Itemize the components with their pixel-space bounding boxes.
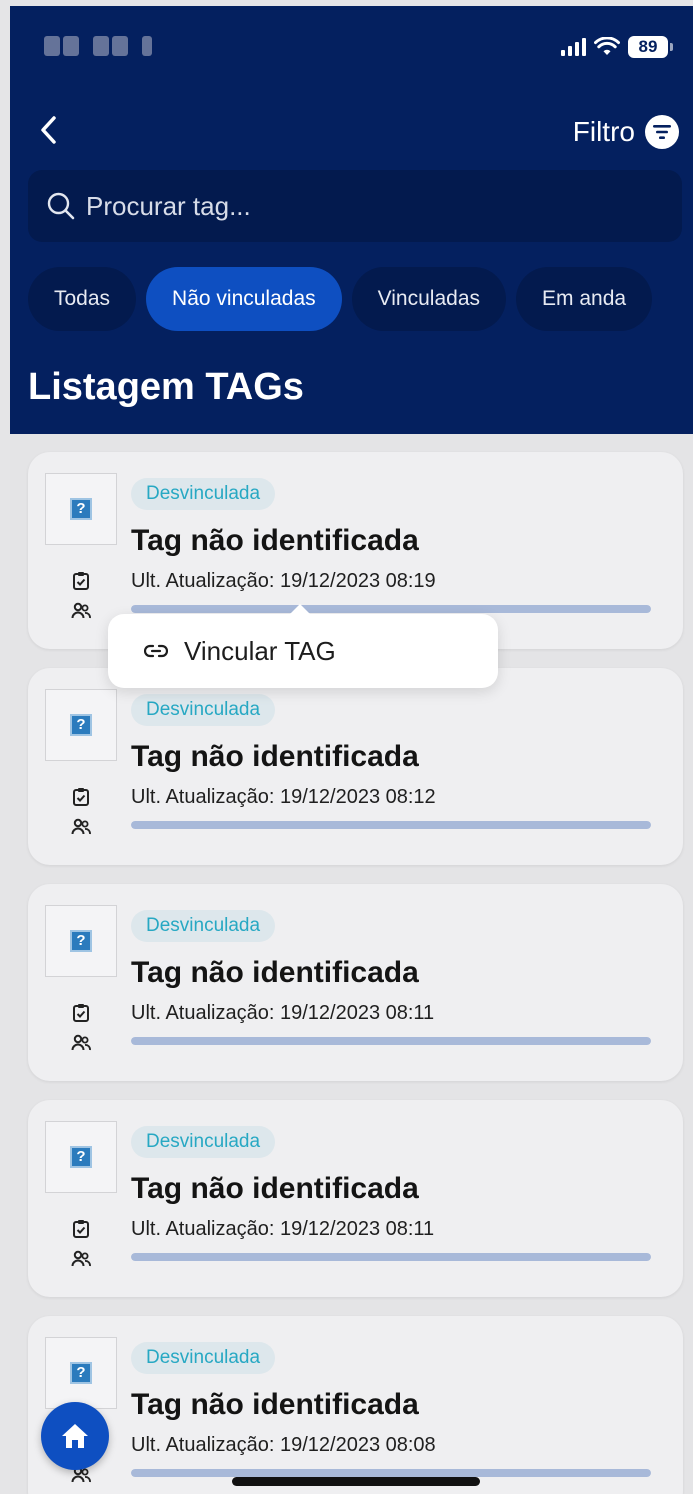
tag-title: Tag não identificada — [131, 524, 419, 557]
search-box[interactable] — [28, 170, 682, 242]
status-bar: 89 — [10, 6, 693, 86]
tag-thumbnail: ? — [45, 905, 117, 977]
popover-arrow — [288, 604, 312, 616]
progress-bar — [131, 1253, 651, 1261]
link-tag-label: Vincular TAG — [184, 635, 336, 666]
tag-thumbnail: ? — [45, 689, 117, 761]
tag-title: Tag não identificada — [131, 956, 419, 989]
question-icon: ? — [70, 930, 92, 952]
header: 89 Filtro Procurar tag... Todas Não vinc… — [10, 6, 693, 434]
search-input[interactable] — [86, 190, 646, 222]
status-badge: Desvinculada — [131, 1342, 276, 1374]
home-icon — [62, 1424, 88, 1448]
tag-card[interactable]: ? Desvinculada Tag não identificada Ult.… — [28, 884, 683, 1081]
tag-thumbnail: ? — [45, 1121, 117, 1193]
search-icon — [47, 192, 75, 220]
tab-todas[interactable]: Todas — [28, 267, 137, 331]
users-icon — [71, 1034, 91, 1051]
filter-button[interactable]: Filtro — [573, 110, 679, 154]
battery-indicator: 89 — [628, 36, 668, 58]
users-icon — [71, 1250, 91, 1267]
last-update: Ult. Atualização: 19/12/2023 08:11 — [131, 1002, 435, 1024]
back-button[interactable] — [34, 110, 74, 150]
battery-tip — [670, 43, 673, 51]
home-indicator — [232, 1477, 480, 1486]
status-indicators: 89 — [561, 34, 673, 60]
status-time-blurred — [44, 34, 154, 58]
question-icon: ? — [70, 1362, 92, 1384]
status-badge: Desvinculada — [131, 910, 276, 942]
tag-title: Tag não identificada — [131, 1172, 419, 1205]
last-update: Ult. Atualização: 19/12/2023 08:12 — [131, 786, 436, 808]
home-button[interactable] — [41, 1402, 109, 1470]
status-badge: Desvinculada — [131, 694, 276, 726]
clipboard-check-icon — [73, 1220, 89, 1238]
clipboard-check-icon — [73, 1004, 89, 1022]
tab-nao-vinculadas[interactable]: Não vinculadas — [146, 267, 342, 331]
users-icon — [71, 602, 91, 619]
status-badge: Desvinculada — [131, 1126, 276, 1158]
tag-card[interactable]: ? Desvinculada Tag não identificada Ult.… — [28, 1100, 683, 1297]
clipboard-check-icon — [73, 788, 89, 806]
signal-icon — [561, 38, 586, 56]
page-title: Listagem TAGs — [28, 366, 304, 408]
app-screen: 89 Filtro Procurar tag... Todas Não vinc… — [10, 6, 693, 1494]
progress-bar — [131, 1469, 651, 1477]
filter-label: Filtro — [572, 116, 635, 147]
tab-vinculadas[interactable]: Vinculadas — [351, 267, 506, 331]
last-update: Ult. Atualização: 19/12/2023 08:19 — [131, 570, 436, 592]
clipboard-check-icon — [73, 572, 89, 590]
question-icon: ? — [70, 498, 92, 520]
progress-bar — [131, 821, 651, 829]
question-icon: ? — [70, 714, 92, 736]
tab-em-andamento[interactable]: Em anda — [516, 267, 653, 331]
question-icon: ? — [70, 1146, 92, 1168]
tag-thumbnail: ? — [45, 1337, 117, 1409]
status-badge: Desvinculada — [131, 478, 276, 510]
progress-bar — [131, 1037, 651, 1045]
tag-title: Tag não identificada — [131, 1388, 419, 1421]
last-update: Ult. Atualização: 19/12/2023 08:11 — [131, 1218, 435, 1240]
chevron-left-icon — [41, 116, 56, 144]
filter-icon — [645, 115, 679, 149]
filter-tabs: Todas Não vinculadas Vinculadas Em anda — [28, 267, 693, 331]
link-tag-popover[interactable]: Vincular TAG — [108, 604, 498, 688]
last-update: Ult. Atualização: 19/12/2023 08:08 — [131, 1434, 436, 1456]
tag-thumbnail: ? — [45, 473, 117, 545]
progress-bar — [131, 605, 651, 613]
tag-card[interactable]: ? Desvinculada Tag não identificada Ult.… — [28, 668, 683, 865]
tag-card[interactable]: ? Desvinculada Tag não identificada Ult.… — [28, 1316, 683, 1494]
wifi-icon — [594, 37, 620, 55]
link-icon — [144, 644, 168, 658]
tag-title: Tag não identificada — [131, 740, 419, 773]
users-icon — [71, 818, 91, 835]
